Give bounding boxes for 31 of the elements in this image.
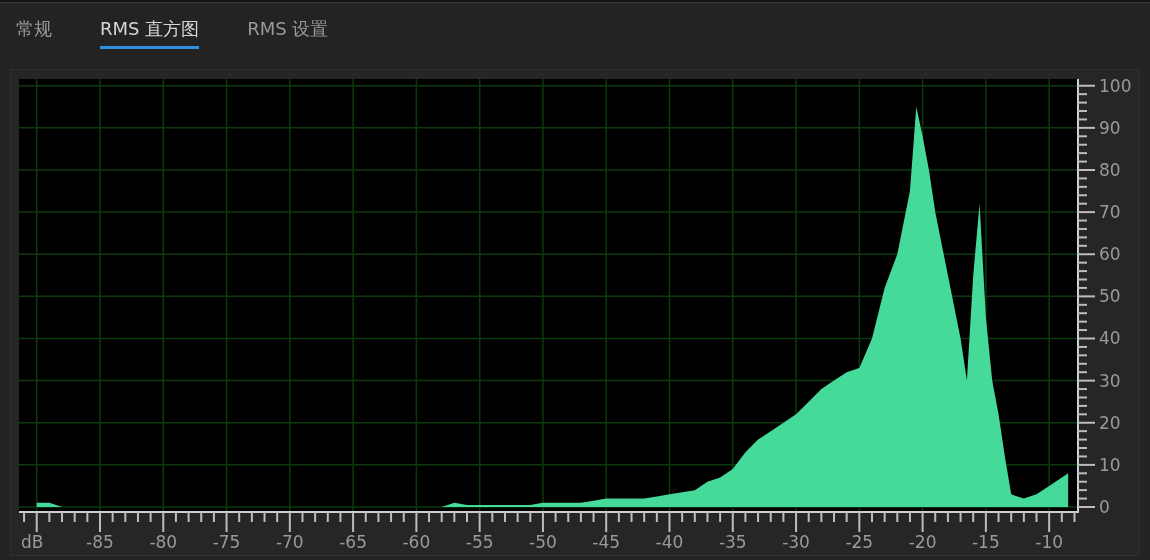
tick-label: -60 <box>402 532 431 552</box>
tick-label: -20 <box>908 532 937 552</box>
tick-label: -30 <box>782 532 810 552</box>
axis-title: dB <box>21 532 44 552</box>
tick-label: 100 <box>1099 75 1132 96</box>
tick-label: 90 <box>1099 117 1121 138</box>
tick-label: 70 <box>1099 202 1121 223</box>
tick-label: 10 <box>1099 454 1121 475</box>
tab[interactable]: 常规 <box>16 15 52 49</box>
tick-label: -40 <box>655 532 684 552</box>
tick-label: -85 <box>86 532 114 552</box>
tick-label: -25 <box>845 532 874 552</box>
tick-label: 50 <box>1099 286 1121 307</box>
tick-label: 20 <box>1099 412 1121 433</box>
tick-label: -15 <box>972 532 1000 552</box>
tick-label: -65 <box>339 532 367 552</box>
tick-label: 60 <box>1099 244 1121 265</box>
tick-label: 0 <box>1099 497 1110 517</box>
tick-label: -35 <box>718 532 747 552</box>
tick-label: 30 <box>1099 370 1121 391</box>
tick-label: 40 <box>1099 328 1121 349</box>
tick-label: -70 <box>275 532 304 552</box>
tab[interactable]: RMS 设置 <box>247 15 329 49</box>
tick-label: -55 <box>465 532 494 552</box>
tick-label: -75 <box>212 532 241 552</box>
tick-label: -50 <box>529 532 557 552</box>
tick-label: -10 <box>1035 532 1064 552</box>
tick-label: -80 <box>149 532 178 552</box>
tick-label: -45 <box>592 532 621 552</box>
tick-label: 80 <box>1099 160 1121 180</box>
tab[interactable]: RMS 直方图 <box>100 15 200 49</box>
